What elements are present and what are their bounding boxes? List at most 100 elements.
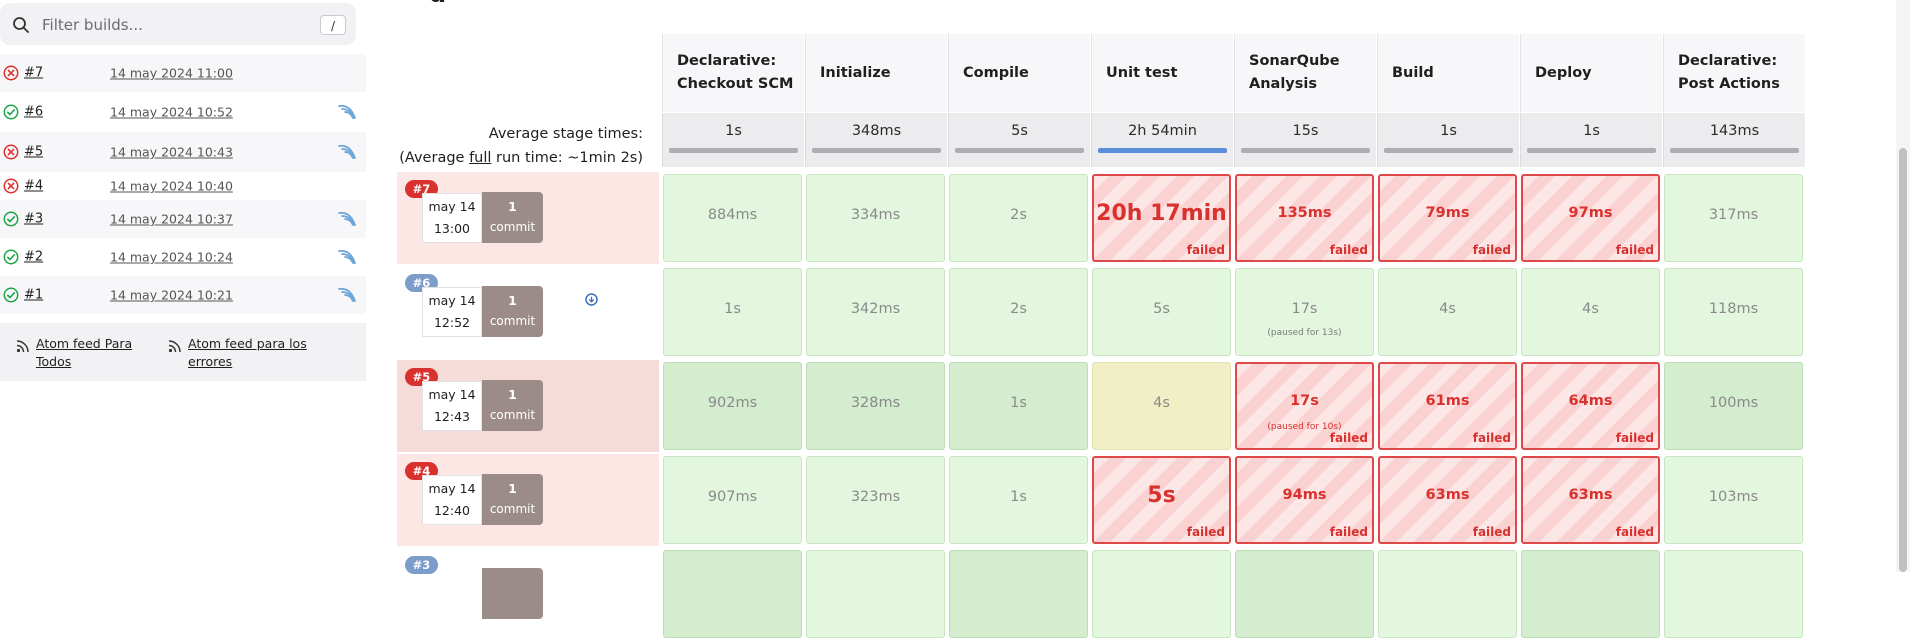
stage-cell-failed[interactable]: 63ms failed	[1521, 456, 1660, 544]
stage-cell[interactable]: 2s	[949, 174, 1088, 262]
changes-icon[interactable]	[336, 247, 358, 267]
build-row[interactable]: #5 14 may 2024 10:43	[0, 132, 366, 172]
stage-cell[interactable]	[1378, 550, 1517, 638]
run-time: 13:00	[433, 221, 471, 236]
commit-button[interactable]	[482, 568, 543, 619]
failed-status-icon	[3, 178, 19, 194]
success-status-icon	[3, 287, 19, 303]
stage-cell-failed[interactable]: 20h 17min failed	[1092, 174, 1231, 262]
stage-cell[interactable]: 902ms	[663, 362, 802, 450]
stage-cell[interactable]: 1s	[949, 456, 1088, 544]
stage-cell[interactable]: 17s (paused for 13s)	[1235, 268, 1374, 356]
changes-icon[interactable]	[336, 102, 358, 122]
build-row[interactable]: #3 14 may 2024 10:37	[0, 200, 366, 238]
stage-cell[interactable]: 342ms	[806, 268, 945, 356]
stage-header: Compile	[948, 34, 1090, 112]
commit-button[interactable]: 1 commit	[482, 380, 543, 431]
stage-cell-failed[interactable]: 63ms failed	[1378, 456, 1517, 544]
build-number-link[interactable]: #7	[24, 66, 43, 81]
page-title-fragment: g	[429, 0, 475, 2]
stage-average-bar-fill	[669, 148, 798, 153]
build-date-link[interactable]: 14 may 2024 10:21	[110, 288, 233, 303]
build-number-link[interactable]: #6	[24, 105, 43, 120]
stage-cell[interactable]: 118ms	[1664, 268, 1803, 356]
stage-cell[interactable]	[1664, 550, 1803, 638]
build-row[interactable]: #1 14 may 2024 10:21	[0, 276, 366, 314]
run-badge[interactable]: #3	[405, 556, 438, 574]
build-row[interactable]: #7 14 may 2024 11:00	[0, 54, 366, 92]
stage-average-bar-fill	[812, 148, 941, 153]
stage-cell[interactable]	[949, 550, 1088, 638]
stage-cell[interactable]: 907ms	[663, 456, 802, 544]
commit-button[interactable]: 1 commit	[482, 286, 543, 337]
stage-cell[interactable]: 5s	[1092, 268, 1231, 356]
stage-cell[interactable]: 4s	[1378, 268, 1517, 356]
stage-cell[interactable]: 323ms	[806, 456, 945, 544]
page-scrollbar[interactable]	[1896, 0, 1910, 572]
stage-cell[interactable]: 103ms	[1664, 456, 1803, 544]
build-date-link[interactable]: 14 may 2024 10:43	[110, 145, 233, 160]
stage-cell-failed[interactable]: 61ms failed	[1378, 362, 1517, 450]
stage-name: Initialize	[820, 64, 891, 81]
build-number-link[interactable]: #1	[24, 288, 43, 303]
stage-cell[interactable]	[1235, 550, 1374, 638]
stage-cell[interactable]: 1s	[663, 268, 802, 356]
build-date-link[interactable]: 14 may 2024 10:40	[110, 179, 233, 194]
stage-cell[interactable]: 1s	[949, 362, 1088, 450]
stage-cell-failed[interactable]: 79ms failed	[1378, 174, 1517, 262]
run-row-header[interactable]: #4 may 14 12:40 1 commit	[397, 454, 659, 546]
stage-cell[interactable]: 317ms	[1664, 174, 1803, 262]
stage-cell-failed[interactable]: 5s failed	[1092, 456, 1231, 544]
stage-cell-failed[interactable]: 94ms failed	[1235, 456, 1374, 544]
stage-cell[interactable]	[663, 550, 802, 638]
run-row-header[interactable]: #5 may 14 12:43 1 commit	[397, 360, 659, 452]
run-row-header[interactable]: #7 may 14 13:00 1 commit	[397, 172, 659, 264]
build-date-link[interactable]: 14 may 2024 10:52	[110, 105, 233, 120]
changes-icon[interactable]	[336, 209, 358, 229]
build-date-link[interactable]: 14 may 2024 11:00	[110, 66, 233, 81]
atom-feeds: Atom feed Para Todos Atom feed para los …	[0, 323, 366, 381]
stage-cell[interactable]: 328ms	[806, 362, 945, 450]
atom-feed-all-link[interactable]: Atom feed Para Todos	[16, 335, 166, 371]
run-time: 12:40	[433, 503, 471, 518]
run-row-header[interactable]: #3	[397, 548, 659, 640]
stage-cell[interactable]	[1521, 550, 1660, 638]
stage-cell-failed[interactable]: 64ms failed	[1521, 362, 1660, 450]
build-row[interactable]: #6 14 may 2024 10:52	[0, 92, 366, 132]
build-number-link[interactable]: #2	[24, 250, 43, 265]
filter-builds-box[interactable]: /	[0, 3, 356, 45]
stage-cell[interactable]: 334ms	[806, 174, 945, 262]
stage-header: Build	[1377, 34, 1519, 112]
stage-cell[interactable]: 4s	[1521, 268, 1660, 356]
changes-icon[interactable]	[336, 285, 358, 305]
scrollbar-thumb[interactable]	[1899, 148, 1907, 572]
full-run-link[interactable]: full	[469, 150, 491, 166]
build-number-link[interactable]: #5	[24, 145, 43, 160]
stage-cell[interactable]: 4s	[1092, 362, 1231, 450]
rss-icon	[16, 340, 29, 353]
filter-builds-input[interactable]	[40, 12, 314, 38]
stage-cell[interactable]	[806, 550, 945, 638]
stage-average-bar	[669, 148, 798, 153]
stage-average: 1s	[1377, 113, 1519, 167]
build-row[interactable]: #2 14 may 2024 10:24	[0, 238, 366, 276]
stage-cell[interactable]: 884ms	[663, 174, 802, 262]
stage-cell-failed[interactable]: 17s (paused for 10s) failed	[1235, 362, 1374, 450]
build-row[interactable]: #4 14 may 2024 10:40	[0, 172, 366, 200]
stage-cell[interactable]: 2s	[949, 268, 1088, 356]
stage-cell-failed[interactable]: 135ms failed	[1235, 174, 1374, 262]
changes-icon[interactable]	[336, 142, 358, 162]
atom-feed-failures-link[interactable]: Atom feed para los errores	[168, 335, 318, 371]
stage-average-bar-fill	[1384, 148, 1513, 153]
paused-input-icon[interactable]	[585, 293, 598, 306]
stage-cell-failed[interactable]: 97ms failed	[1521, 174, 1660, 262]
build-date-link[interactable]: 14 may 2024 10:37	[110, 212, 233, 227]
commit-button[interactable]: 1 commit	[482, 192, 543, 243]
build-date-link[interactable]: 14 may 2024 10:24	[110, 250, 233, 265]
build-number-link[interactable]: #3	[24, 212, 43, 227]
stage-cell[interactable]	[1092, 550, 1231, 638]
run-row-header[interactable]: #6 may 14 12:52 1 commit	[397, 266, 659, 358]
commit-button[interactable]: 1 commit	[482, 474, 543, 525]
stage-cell[interactable]: 100ms	[1664, 362, 1803, 450]
build-number-link[interactable]: #4	[24, 179, 43, 194]
